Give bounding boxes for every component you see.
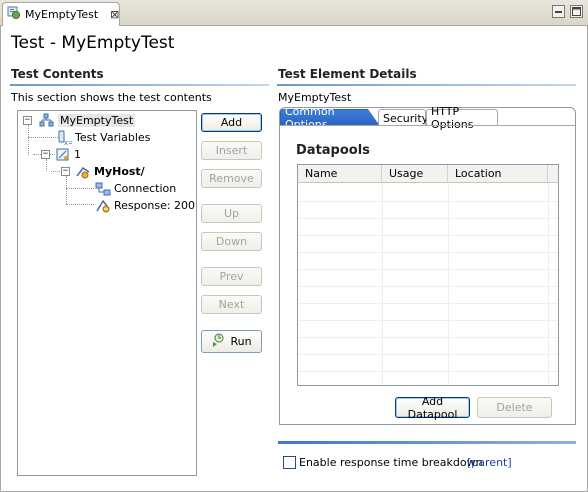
tab-security[interactable]: Security — [378, 109, 428, 126]
editor-tab[interactable]: MyEmptyTest ⊠ — [2, 2, 120, 26]
grid-line — [448, 183, 449, 385]
tab-baseline — [280, 125, 575, 126]
tree-connector — [66, 176, 67, 204]
add-button[interactable]: Add — [201, 113, 262, 132]
datapools-title: Datapools — [296, 143, 370, 158]
tree-connector — [28, 125, 29, 155]
close-icon[interactable]: ⊠ — [110, 8, 119, 21]
grid-line — [298, 235, 558, 236]
tree-item-connection[interactable]: Connection — [95, 180, 176, 197]
grid-line — [298, 320, 558, 321]
grid-line — [298, 303, 558, 304]
tree-label-test-variables: Test Variables — [75, 131, 151, 144]
insert-button[interactable]: Insert — [201, 141, 262, 160]
grid-line — [548, 183, 549, 385]
grid-line — [298, 286, 558, 287]
grid-line — [298, 269, 558, 270]
grid-line — [298, 201, 558, 202]
test-icon — [7, 6, 21, 23]
test-contents-title: Test Contents — [11, 67, 104, 81]
tree-label-root: MyEmptyTest — [58, 114, 136, 127]
column-header-usage[interactable]: Usage — [382, 165, 448, 183]
collapse-icon[interactable]: − — [61, 167, 70, 176]
grid-line — [298, 354, 558, 355]
prev-button[interactable]: Prev — [201, 267, 262, 286]
tree-label-host: MyHost/ — [94, 165, 145, 178]
parent-link[interactable]: [parent] — [467, 456, 512, 469]
element-name: MyEmptyTest — [278, 91, 352, 104]
response-icon — [95, 198, 111, 214]
minimize-icon[interactable] — [552, 5, 565, 18]
tab-http-options[interactable]: HTTP Options — [426, 105, 498, 131]
tree-item-host[interactable]: − MyHost/ — [61, 163, 145, 180]
response-breakdown-checkbox[interactable] — [283, 456, 296, 469]
grid-line — [298, 218, 558, 219]
next-button[interactable]: Next — [201, 295, 262, 314]
tree-connector — [66, 188, 94, 189]
grid-line — [298, 371, 558, 372]
test-tree[interactable]: − MyEmptyTest x= Test Variables − 1 − My… — [17, 110, 197, 476]
collapse-icon[interactable]: − — [23, 116, 32, 125]
delete-datapool-button[interactable]: Delete — [477, 397, 552, 418]
variables-icon: x= — [56, 130, 74, 147]
down-button[interactable]: Down — [201, 232, 262, 251]
tree-item-root[interactable]: − MyEmptyTest — [23, 112, 136, 129]
collapse-icon[interactable]: − — [41, 150, 50, 159]
connection-icon — [95, 181, 111, 197]
column-header-filler — [548, 165, 558, 183]
grid-line — [298, 337, 558, 338]
test-contents-divider — [10, 84, 269, 86]
page-title: Test - MyEmptyTest — [11, 33, 175, 53]
editor-tab-title: MyEmptyTest — [25, 8, 99, 21]
loop-icon — [55, 147, 71, 163]
element-details-title: Test Element Details — [278, 67, 417, 81]
tab-common-options[interactable]: Common Options — [280, 109, 380, 126]
run-icon — [211, 332, 227, 351]
datapools-table[interactable]: Name Usage Location — [297, 164, 559, 386]
test-suite-icon — [39, 113, 55, 129]
tree-label-connection: Connection — [114, 182, 177, 195]
run-label: Run — [230, 335, 252, 348]
column-header-location[interactable]: Location — [448, 165, 548, 183]
remove-button[interactable]: Remove — [201, 169, 262, 188]
run-button[interactable]: Run — [201, 330, 262, 353]
add-datapool-button[interactable]: Add Datapool — [395, 395, 470, 421]
up-button[interactable]: Up — [201, 204, 262, 223]
tree-item-test-variables[interactable]: x= Test Variables — [56, 129, 151, 147]
test-contents-description: This section shows the test contents — [11, 91, 212, 104]
tree-connector — [66, 204, 94, 205]
response-breakdown-label: Enable response time breakdown — [299, 456, 483, 469]
grid-line — [382, 183, 383, 385]
tree-item-response[interactable]: Response: 200 — [95, 197, 195, 214]
tree-connector — [28, 137, 58, 138]
element-details-divider — [277, 84, 576, 86]
grid-line — [298, 252, 558, 253]
tree-item-loop[interactable]: − 1 — [41, 146, 81, 163]
column-header-name[interactable]: Name — [298, 165, 382, 183]
section-separator — [278, 441, 576, 444]
tree-label-loop: 1 — [74, 148, 81, 161]
http-host-icon — [75, 164, 91, 180]
tree-label-response: Response: 200 — [114, 199, 196, 212]
maximize-icon[interactable] — [570, 5, 583, 18]
svg-text:x=: x= — [64, 139, 72, 146]
